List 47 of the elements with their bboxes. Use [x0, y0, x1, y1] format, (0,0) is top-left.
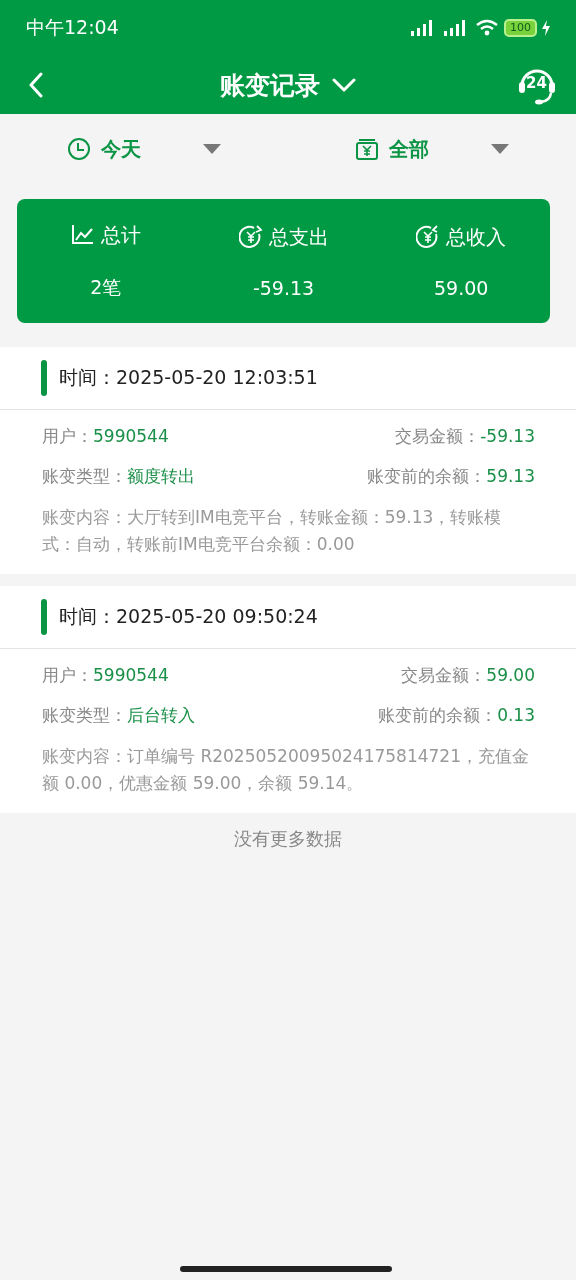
dropdown-arrow-icon: [203, 144, 221, 154]
service-hours-text: 24: [526, 74, 547, 92]
chevron-down-icon: [332, 78, 356, 92]
field-label: 账变类型：: [42, 704, 127, 725]
field-value: 5990544: [93, 425, 169, 446]
summary-value: 2笔: [90, 274, 122, 300]
clock-icon: [67, 137, 91, 161]
charging-icon: [542, 20, 550, 36]
yuan-out-icon: [238, 225, 263, 249]
filter-dropdown[interactable]: 全部: [288, 135, 576, 163]
field-value: 0.13: [497, 704, 535, 725]
accent-bar: [41, 360, 47, 396]
field-label: 交易金额：: [401, 664, 487, 685]
record-content: 账变内容：大厅转到IM电竞平台，转账金额：59.13，转账模式：自动，转账前IM电竞平台余额：0.00: [42, 506, 503, 556]
title-dropdown[interactable]: 账变记录: [198, 68, 378, 102]
field-label: 交易金额：: [395, 425, 481, 446]
field-value: 5990544: [93, 664, 169, 685]
field-label: 账变类型：: [42, 465, 127, 486]
summary-label: 总收入: [446, 223, 507, 251]
record-time: 时间：2025-05-20 12:03:51: [59, 365, 318, 390]
chart-icon: [70, 223, 95, 247]
customer-service-button[interactable]: 24: [516, 64, 558, 106]
field-value: 59.13: [486, 465, 535, 486]
field-label: 用户：: [42, 425, 93, 446]
record-time: 时间：2025-05-20 09:50:24: [59, 604, 318, 629]
field-label: 账变前的余额：: [378, 704, 498, 725]
summary-label: 总支出: [268, 223, 329, 251]
field-label: 账变前的余额：: [367, 465, 487, 486]
yuan-in-icon: [416, 225, 441, 249]
dropdown-arrow-icon: [491, 144, 509, 154]
wifi-icon: [475, 19, 499, 37]
summary-label: 总计: [100, 221, 141, 249]
summary-value: -59.13: [252, 276, 315, 299]
field-value: 额度转出: [127, 465, 195, 486]
battery-icon: 100: [504, 19, 537, 37]
record-content: 账变内容：订单编号 R20250520095024175814721，充值金额 0.00，优惠金额 59.00，余额 59.14。: [42, 745, 530, 795]
status-time: 中午12:04: [26, 15, 119, 40]
field-value: -59.13: [480, 425, 535, 446]
wallet-icon: [355, 137, 379, 161]
filter-dropdown[interactable]: 今天: [0, 135, 288, 163]
field-value: 后台转入: [127, 704, 195, 725]
field-label: 用户：: [42, 664, 93, 685]
accent-bar: [41, 599, 47, 635]
summary-value: 59.00: [433, 276, 489, 299]
back-icon: [28, 72, 44, 98]
field-value: 59.00: [486, 664, 535, 685]
no-more-data-text: 没有更多数据: [233, 827, 343, 851]
